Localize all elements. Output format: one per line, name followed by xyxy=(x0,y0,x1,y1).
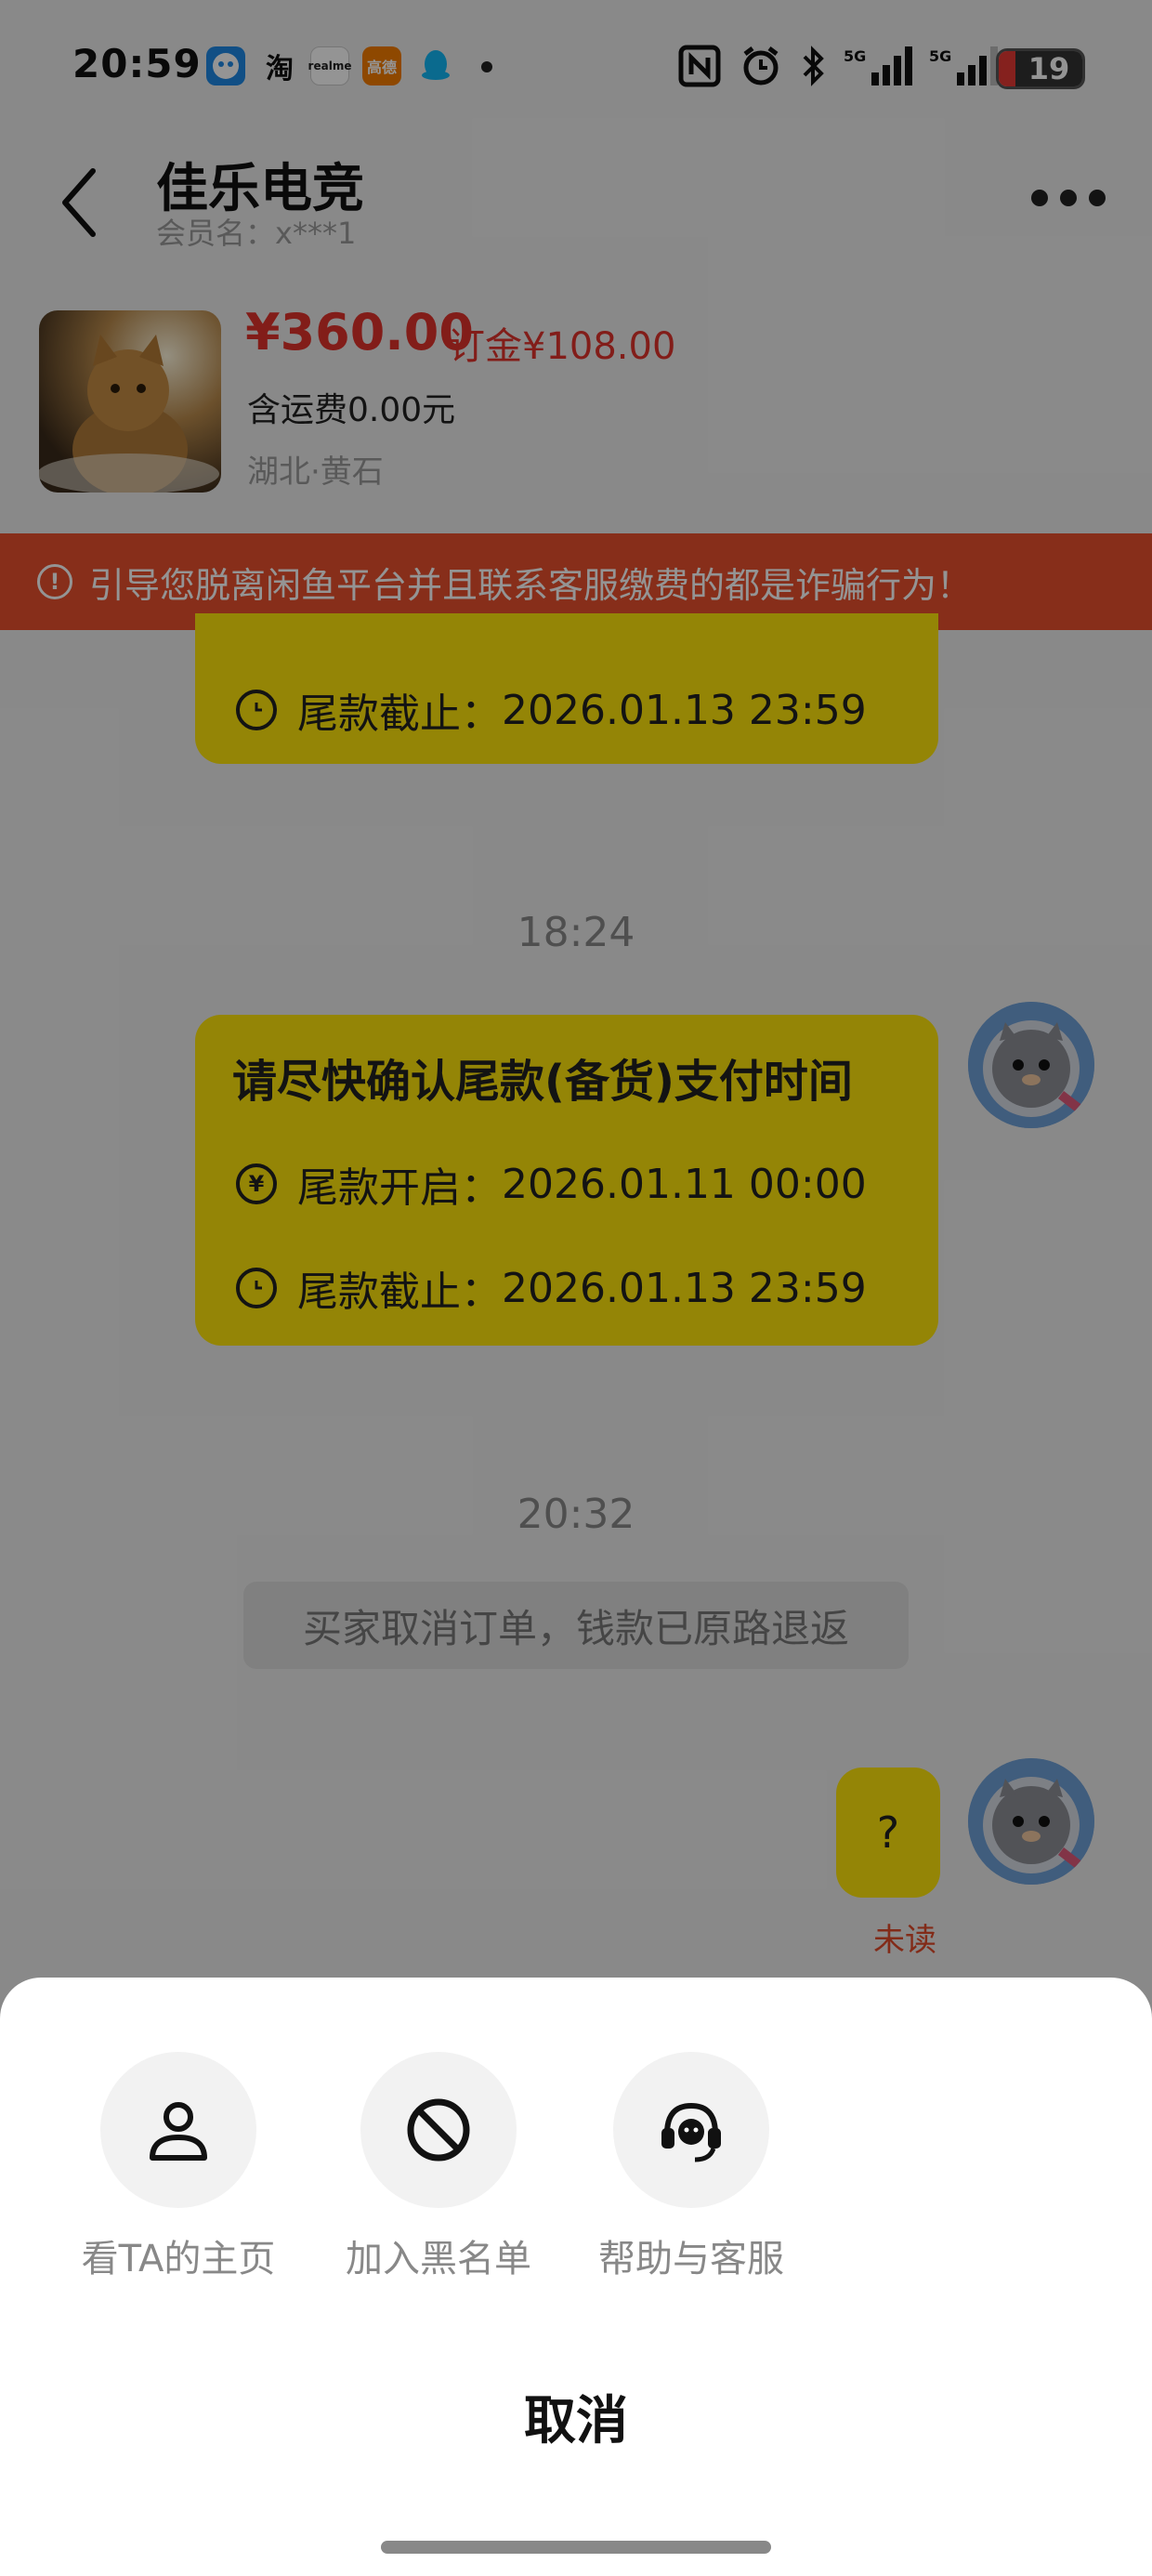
help-service-action[interactable]: 帮助与客服 xyxy=(570,2052,812,2282)
view-profile-action[interactable]: 看TA的主页 xyxy=(58,2052,299,2282)
block-icon xyxy=(360,2052,517,2208)
headset-icon xyxy=(613,2052,769,2208)
blacklist-action[interactable]: 加入黑名单 xyxy=(318,2052,559,2282)
cancel-button[interactable]: 取消 xyxy=(0,2379,1152,2454)
action-label: 加入黑名单 xyxy=(346,2238,531,2280)
home-indicator[interactable] xyxy=(381,2541,771,2554)
action-label: 看TA的主页 xyxy=(81,2238,276,2280)
person-icon xyxy=(100,2052,256,2208)
action-label: 帮助与客服 xyxy=(598,2238,784,2280)
